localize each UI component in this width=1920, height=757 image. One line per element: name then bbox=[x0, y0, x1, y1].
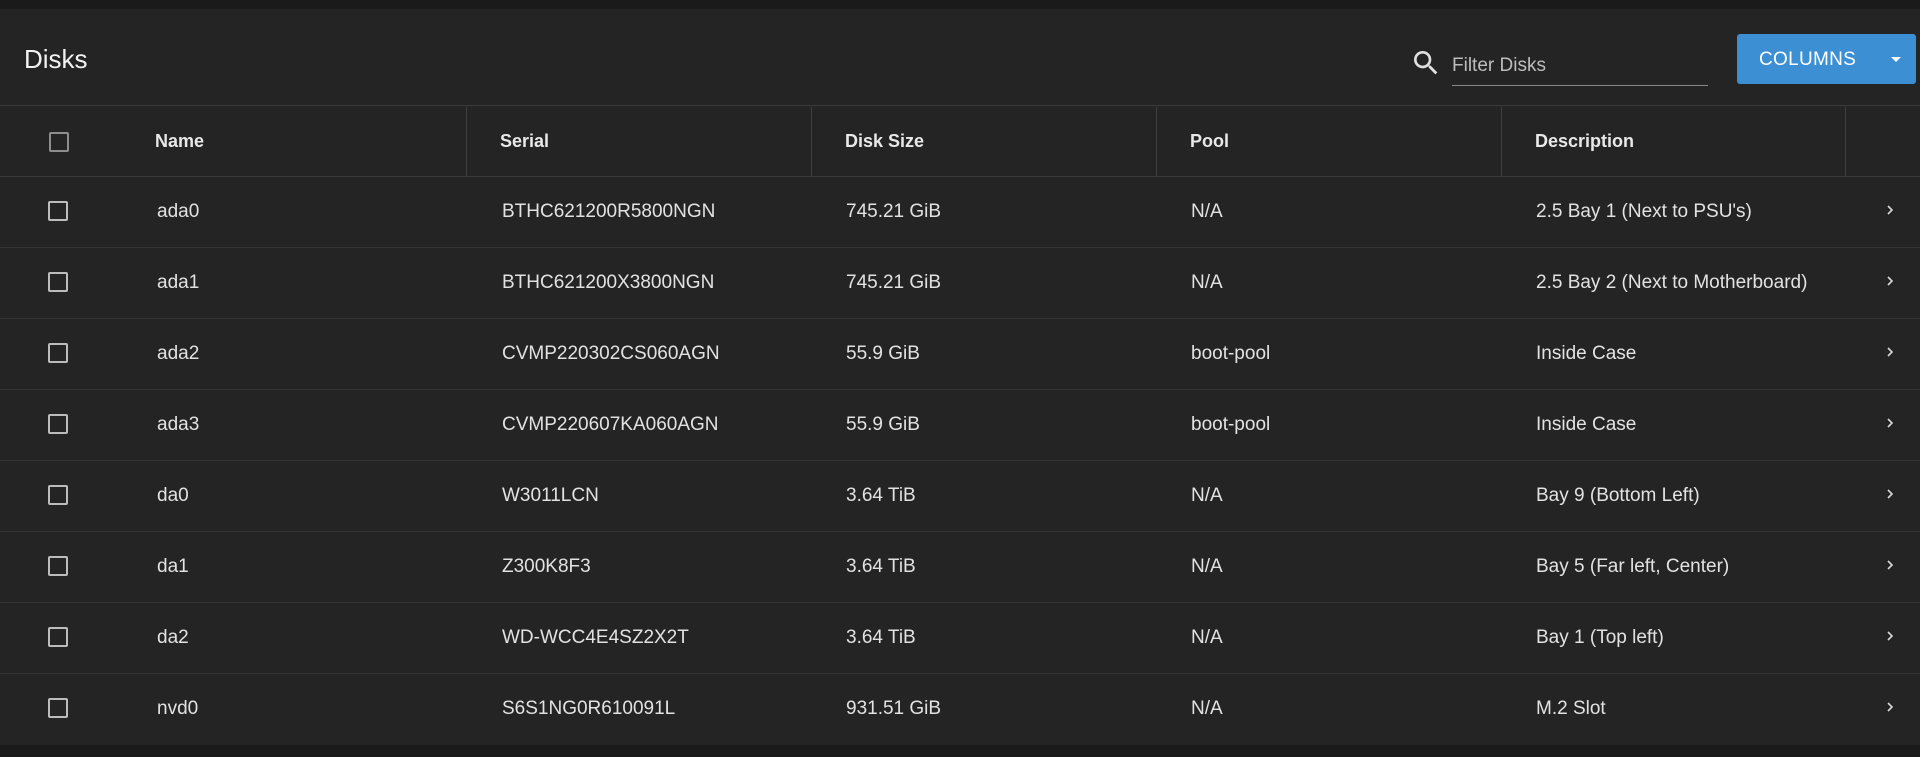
disk-size: 3.64 TiB bbox=[846, 627, 916, 648]
disk-serial: WD-WCC4E4SZ2X2T bbox=[502, 627, 689, 648]
row-checkbox[interactable] bbox=[48, 485, 68, 505]
disk-name: da2 bbox=[157, 627, 189, 648]
disk-name: da1 bbox=[157, 556, 189, 577]
disks-card: Disks COLUMNS Name Serial Disk Size Pool… bbox=[0, 9, 1920, 745]
disk-description: 2.5 Bay 1 (Next to PSU's) bbox=[1536, 201, 1752, 222]
table-row[interactable]: nvd0 S6S1NG0R610091L 931.51 GiB N/A M.2 … bbox=[0, 674, 1920, 744]
column-divider[interactable] bbox=[1845, 107, 1846, 176]
table-row[interactable]: ada1 BTHC621200X3800NGN 745.21 GiB N/A 2… bbox=[0, 248, 1920, 319]
row-checkbox[interactable] bbox=[48, 201, 68, 221]
disk-serial: BTHC621200X3800NGN bbox=[502, 272, 715, 293]
disk-size: 931.51 GiB bbox=[846, 698, 942, 719]
caret-down-icon bbox=[1891, 57, 1901, 62]
table-row[interactable]: ada2 CVMP220302CS060AGN 55.9 GiB boot-po… bbox=[0, 319, 1920, 390]
disk-pool: N/A bbox=[1191, 485, 1223, 506]
disk-name: da0 bbox=[157, 485, 189, 506]
disk-serial: Z300K8F3 bbox=[502, 556, 591, 577]
disk-serial: W3011LCN bbox=[502, 485, 599, 506]
column-divider[interactable] bbox=[811, 107, 812, 176]
chevron-right-icon[interactable] bbox=[1883, 558, 1897, 572]
chevron-right-icon[interactable] bbox=[1883, 345, 1897, 359]
disk-pool: N/A bbox=[1191, 272, 1223, 293]
disk-size: 3.64 TiB bbox=[846, 485, 916, 506]
disk-size: 745.21 GiB bbox=[846, 201, 942, 222]
column-header-pool[interactable]: Pool bbox=[1190, 107, 1229, 176]
search-icon[interactable] bbox=[1410, 47, 1442, 79]
columns-button-label: COLUMNS bbox=[1759, 49, 1857, 70]
row-checkbox[interactable] bbox=[48, 698, 68, 718]
column-divider[interactable] bbox=[1501, 107, 1502, 176]
table-toolbar: Disks COLUMNS bbox=[0, 9, 1920, 106]
table-row[interactable]: da2 WD-WCC4E4SZ2X2T 3.64 TiB N/A Bay 1 (… bbox=[0, 603, 1920, 674]
table-row[interactable]: ada3 CVMP220607KA060AGN 55.9 GiB boot-po… bbox=[0, 390, 1920, 461]
disk-size: 3.64 TiB bbox=[846, 556, 916, 577]
column-header-description[interactable]: Description bbox=[1535, 107, 1634, 176]
chevron-right-icon[interactable] bbox=[1883, 487, 1897, 501]
column-header-serial[interactable]: Serial bbox=[500, 107, 549, 176]
disk-description: Bay 5 (Far left, Center) bbox=[1536, 556, 1730, 577]
column-divider[interactable] bbox=[466, 107, 467, 176]
chevron-right-icon[interactable] bbox=[1883, 416, 1897, 430]
filter-disks-input[interactable] bbox=[1452, 47, 1708, 86]
row-checkbox[interactable] bbox=[48, 414, 68, 434]
disk-name: ada2 bbox=[157, 343, 200, 364]
disk-size: 55.9 GiB bbox=[846, 343, 920, 364]
disk-description: M.2 Slot bbox=[1536, 698, 1606, 719]
select-all-checkbox[interactable] bbox=[49, 132, 69, 152]
table-row[interactable]: da1 Z300K8F3 3.64 TiB N/A Bay 5 (Far lef… bbox=[0, 532, 1920, 603]
disk-pool: N/A bbox=[1191, 627, 1223, 648]
disk-serial: S6S1NG0R610091L bbox=[502, 698, 676, 719]
disk-description: Inside Case bbox=[1536, 343, 1637, 364]
disk-pool: boot-pool bbox=[1191, 343, 1271, 364]
column-divider[interactable] bbox=[1156, 107, 1157, 176]
disk-pool: N/A bbox=[1191, 698, 1223, 719]
columns-button[interactable]: COLUMNS bbox=[1737, 34, 1916, 84]
row-checkbox[interactable] bbox=[48, 343, 68, 363]
chevron-right-icon[interactable] bbox=[1883, 700, 1897, 714]
table-row[interactable]: da0 W3011LCN 3.64 TiB N/A Bay 9 (Bottom … bbox=[0, 461, 1920, 532]
disk-size: 745.21 GiB bbox=[846, 272, 942, 293]
page-title: Disks bbox=[24, 44, 88, 74]
table-row[interactable]: ada0 BTHC621200R5800NGN 745.21 GiB N/A 2… bbox=[0, 177, 1920, 248]
column-header-disk-size[interactable]: Disk Size bbox=[845, 107, 924, 176]
disk-name: ada0 bbox=[157, 201, 200, 222]
disk-description: Bay 9 (Bottom Left) bbox=[1536, 485, 1700, 506]
disk-pool: N/A bbox=[1191, 201, 1223, 222]
disk-pool: N/A bbox=[1191, 556, 1223, 577]
column-header-name[interactable]: Name bbox=[155, 107, 204, 176]
disk-description: 2.5 Bay 2 (Next to Motherboard) bbox=[1536, 272, 1808, 293]
disk-size: 55.9 GiB bbox=[846, 414, 920, 435]
disk-serial: BTHC621200R5800NGN bbox=[502, 201, 716, 222]
row-checkbox[interactable] bbox=[48, 627, 68, 647]
disk-serial: CVMP220607KA060AGN bbox=[502, 414, 719, 435]
disk-name: ada1 bbox=[157, 272, 200, 293]
disk-description: Inside Case bbox=[1536, 414, 1637, 435]
table-header-row: Name Serial Disk Size Pool Description bbox=[0, 107, 1920, 177]
disk-name: nvd0 bbox=[157, 698, 199, 719]
disk-pool: boot-pool bbox=[1191, 414, 1271, 435]
disk-serial: CVMP220302CS060AGN bbox=[502, 343, 720, 364]
disk-name: ada3 bbox=[157, 414, 200, 435]
chevron-right-icon[interactable] bbox=[1883, 629, 1897, 643]
disk-description: Bay 1 (Top left) bbox=[1536, 627, 1664, 648]
chevron-right-icon[interactable] bbox=[1883, 274, 1897, 288]
row-checkbox[interactable] bbox=[48, 272, 68, 292]
chevron-right-icon[interactable] bbox=[1883, 203, 1897, 217]
row-checkbox[interactable] bbox=[48, 556, 68, 576]
